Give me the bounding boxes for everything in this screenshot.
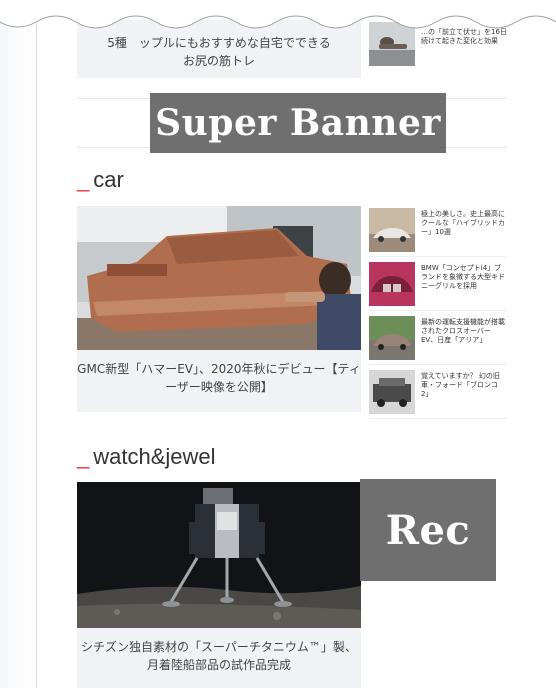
car-thumbnail [369, 316, 415, 360]
section-title-watch-jewel[interactable]: _ watch&jewel [77, 443, 216, 471]
side-article-2[interactable]: BMW「コンセプトi4」ブランドを象徴する大型キドニーグリルを採用 [369, 260, 507, 311]
super-banner-ad[interactable]: Super Banner [150, 93, 446, 153]
car-hero-image[interactable] [77, 206, 361, 350]
side-article-1[interactable]: 極上の美しさ。史上最高にクールな「ハイブリッドカー」10選 [369, 206, 507, 257]
section-dash: _ [77, 444, 90, 469]
torn-edge [0, 0, 556, 29]
watch-hero-caption[interactable]: シチズン独自素材の「スーパーチタニウム™」製、月着陸船部品の試作品完成 [77, 628, 361, 688]
car-thumbnail [369, 208, 415, 252]
rec-ad[interactable]: Rec [360, 479, 496, 581]
side-article-3[interactable]: 最新の運転支援機能が搭載されたクロスオーバーEV、日産「アリア」 [369, 314, 507, 365]
section-dash: _ [77, 167, 90, 192]
car-thumbnail [369, 262, 415, 306]
car-hero-caption[interactable]: GMC新型「ハマーEV」、2020年秋にデビュー【ティーザー映像を公開】 [77, 350, 361, 412]
section-label: watch&jewel [93, 444, 216, 469]
side-article-4[interactable]: 覚えていますか？ 幻の旧車・フォード「ブロンコ2」 [369, 368, 507, 419]
side-article-title: BMW「コンセプトi4」ブランドを象徴する大型キドニーグリルを採用 [421, 264, 505, 291]
side-article-title: 覚えていますか？ 幻の旧車・フォード「ブロンコ2」 [421, 372, 500, 399]
section-title-car[interactable]: _ car [77, 166, 124, 194]
car-thumbnail [369, 370, 415, 414]
side-article-title: 極上の美しさ。史上最高にクールな「ハイブリッドカー」10選 [421, 210, 505, 237]
section-label: car [93, 167, 124, 192]
side-article-title: 最新の運転支援機能が搭載されたクロスオーバーEV、日産「アリア」 [421, 318, 505, 345]
lunar-lander-image[interactable] [77, 482, 361, 628]
article-page: 5種 ップルにもおすすめな自宅でできる お尻の筋トレ …の「前立て伏せ」を16日… [36, 0, 556, 688]
